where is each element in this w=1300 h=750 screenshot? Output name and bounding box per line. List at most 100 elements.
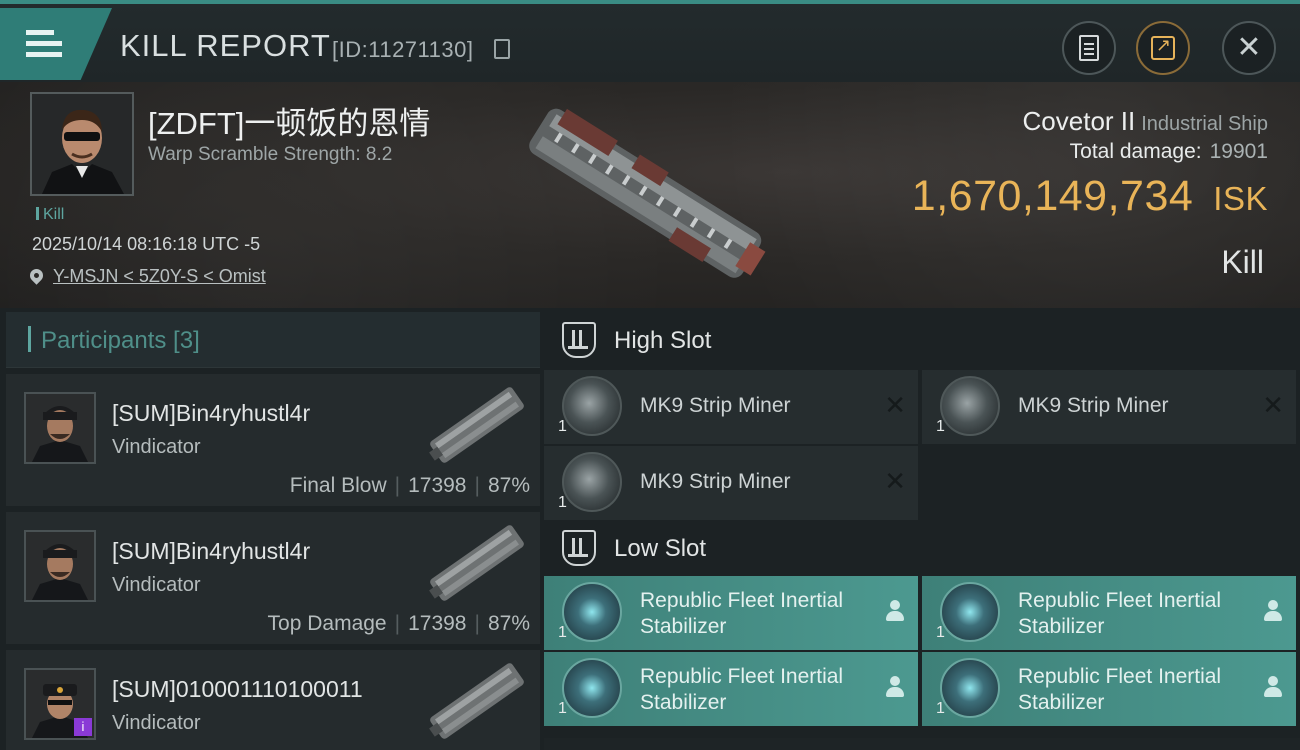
slot-icon (562, 530, 596, 566)
module-dropped[interactable]: 1 Republic Fleet Inertial Stabilizer (544, 576, 918, 650)
isk-amount: 1,670,149,734 (911, 172, 1194, 220)
copy-icon[interactable] (494, 39, 510, 59)
participants-panel: Participants [3] [SUM]Bin4ryhustl4r Vind… (6, 312, 540, 750)
location-link[interactable]: Y-MSJN < 5Z0Y-S < Omist (53, 266, 266, 286)
participant-avatar[interactable] (24, 392, 96, 464)
next-slot-header-partial (544, 738, 1300, 750)
report-button[interactable] (1062, 21, 1116, 75)
victim-ship-render (529, 108, 766, 278)
module-quantity: 1 (558, 418, 567, 435)
module-name: Republic Fleet Inertial Stabilizer (640, 589, 844, 638)
destroyed-x-icon: ✕ (1262, 390, 1284, 420)
module-name: Republic Fleet Inertial Stabilizer (1018, 665, 1222, 714)
module-name: MK9 Strip Miner (640, 394, 791, 417)
module-dropped[interactable]: 1 Republic Fleet Inertial Stabilizer (544, 652, 918, 726)
low-slot-header: Low Slot (544, 520, 1300, 576)
module-quantity: 1 (558, 494, 567, 511)
strip-miner-icon (562, 376, 622, 436)
total-damage-value: 19901 (1209, 140, 1268, 163)
participant-ship: Vindicator (112, 436, 201, 458)
total-damage: Total damage: 19901 (1070, 140, 1268, 164)
kill-id: [ID:11271130] (332, 37, 474, 62)
document-icon (1079, 35, 1099, 61)
victim-banner: [ZDFT]一顿饭的恩情 Warp Scramble Strength: 8.2… (0, 82, 1300, 308)
participant-role: Top Damage (267, 612, 387, 635)
participant-stats: Top Damage | 17398 | 87% (267, 612, 530, 635)
participant-damage: 17398 (408, 474, 467, 497)
participant-percent: 87% (487, 612, 530, 635)
module-name: MK9 Strip Miner (1018, 394, 1169, 417)
module-destroyed[interactable]: 1 MK9 Strip Miner ✕ (544, 370, 918, 444)
participant-role: Final Blow (289, 474, 387, 497)
total-damage-label: Total damage: (1069, 140, 1202, 163)
module-name: MK9 Strip Miner (640, 470, 791, 493)
participant-name[interactable]: [SUM]010001110100011 (112, 676, 363, 703)
participants-header: Participants [3] (6, 312, 540, 368)
destroyed-x-icon: ✕ (884, 390, 906, 420)
result-label: Kill (1221, 244, 1264, 280)
menu-button[interactable] (0, 8, 112, 80)
slot-icon (562, 322, 596, 358)
participant-avatar[interactable] (24, 530, 96, 602)
ship-class-label: Industrial Ship (1141, 113, 1268, 135)
ship-name-label: Covetor II (1022, 106, 1136, 136)
high-slot-title: High Slot (614, 327, 712, 354)
top-bar: KILL REPORT [ID:11271130] ✕ (0, 0, 1300, 82)
participant-ship-render (429, 663, 524, 739)
kill-tag: Kill (36, 206, 64, 224)
module-name: Republic Fleet Inertial Stabilizer (1018, 589, 1222, 638)
low-slot-title: Low Slot (614, 535, 707, 562)
inertial-stabilizer-icon (940, 658, 1000, 718)
module-quantity: 1 (936, 418, 945, 435)
participant-stats: Final Blow | 17398 | 87% (289, 474, 530, 497)
participant-ship: Vindicator (112, 712, 201, 734)
participant-row[interactable]: i [SUM]010001110100011 Vindicator (6, 650, 540, 750)
menu-icon (26, 30, 62, 60)
module-quantity: 1 (936, 700, 945, 717)
module-name: Republic Fleet Inertial Stabilizer (640, 665, 844, 714)
isk-value: 1,670,149,734 ISK (912, 172, 1268, 221)
person-icon (886, 600, 904, 622)
participant-row[interactable]: [SUM]Bin4ryhustl4r Vindicator Final Blow… (6, 374, 540, 506)
participant-row[interactable]: [SUM]Bin4ryhustl4r Vindicator Top Damage… (6, 512, 540, 644)
victim-ship-name[interactable]: Covetor II Industrial Ship (1023, 106, 1268, 137)
strip-miner-icon (940, 376, 1000, 436)
module-quantity: 1 (558, 700, 567, 717)
isk-unit: ISK (1213, 180, 1268, 217)
module-quantity: 1 (936, 624, 945, 641)
location-pin-icon (27, 266, 46, 285)
kill-datetime: 2025/10/14 08:16:18 UTC -5 (32, 234, 261, 254)
inertial-stabilizer-icon (562, 658, 622, 718)
person-icon (1264, 600, 1282, 622)
warp-scramble-strength: Warp Scramble Strength: 8.2 (148, 144, 393, 165)
page-title: KILL REPORT (120, 28, 331, 63)
person-icon (886, 676, 904, 698)
module-destroyed[interactable]: 1 MK9 Strip Miner ✕ (544, 446, 918, 520)
share-button[interactable] (1136, 21, 1190, 75)
fitting-panel: High Slot 1 MK9 Strip Miner ✕ 1 MK9 Stri… (544, 312, 1300, 750)
module-quantity: 1 (558, 624, 567, 641)
module-destroyed[interactable]: 1 MK9 Strip Miner ✕ (922, 370, 1296, 444)
inertial-stabilizer-icon (562, 582, 622, 642)
participant-name[interactable]: [SUM]Bin4ryhustl4r (112, 400, 310, 427)
inertial-stabilizer-icon (940, 582, 1000, 642)
victim-name[interactable]: [ZDFT]一顿饭的恩情 (148, 98, 430, 143)
participant-avatar[interactable]: i (24, 668, 96, 740)
participant-percent: 87% (487, 474, 530, 497)
person-icon (1264, 676, 1282, 698)
participant-ship: Vindicator (112, 574, 201, 596)
participant-name[interactable]: [SUM]Bin4ryhustl4r (112, 538, 310, 565)
strip-miner-icon (562, 452, 622, 512)
participant-damage: 17398 (408, 612, 467, 635)
share-icon (1151, 35, 1175, 60)
high-slot-header: High Slot (544, 312, 1300, 368)
close-button[interactable]: ✕ (1222, 21, 1276, 75)
participant-ship-render (429, 387, 524, 463)
close-icon: ✕ (1236, 31, 1262, 64)
victim-avatar[interactable] (30, 92, 134, 196)
destroyed-x-icon: ✕ (884, 466, 906, 496)
kill-location[interactable]: Y-MSJN < 5Z0Y-S < Omist (27, 266, 266, 287)
participant-ship-render (429, 525, 524, 601)
module-dropped[interactable]: 1 Republic Fleet Inertial Stabilizer (922, 576, 1296, 650)
module-dropped[interactable]: 1 Republic Fleet Inertial Stabilizer (922, 652, 1296, 726)
